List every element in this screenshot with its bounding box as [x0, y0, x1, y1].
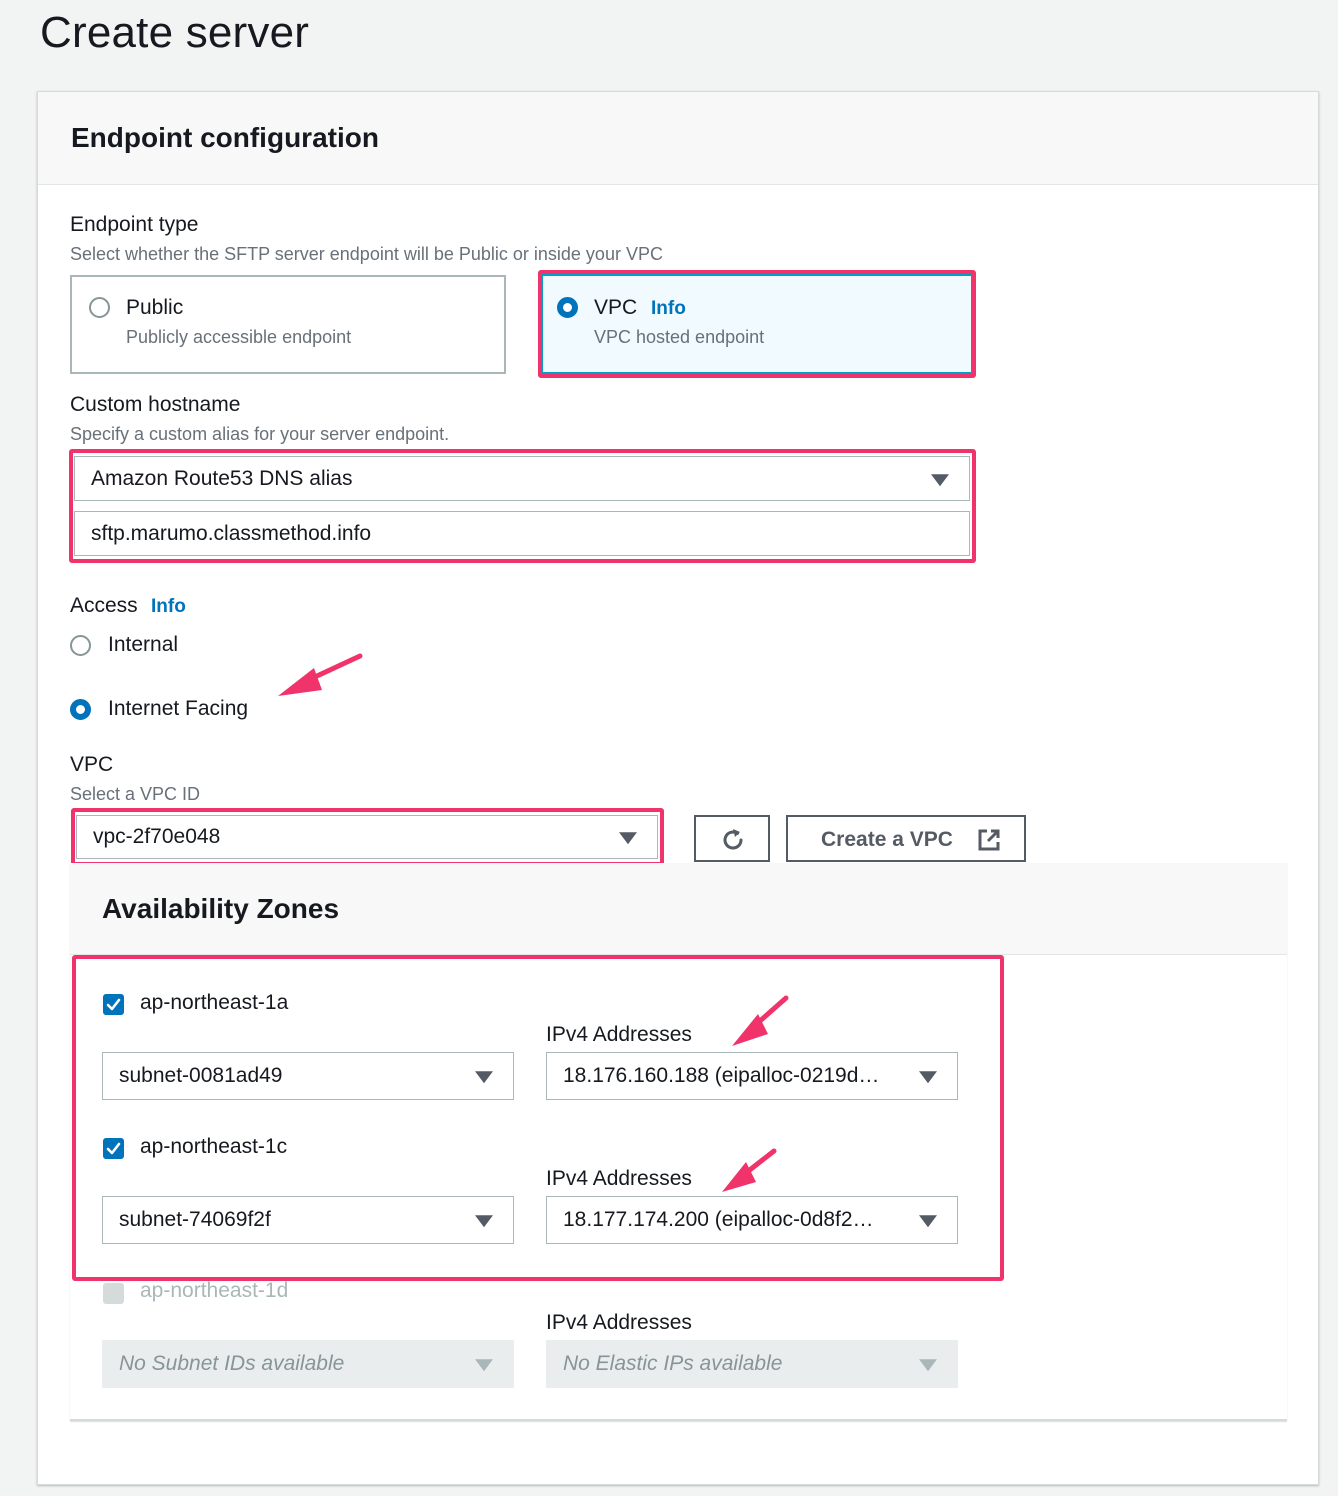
internet-facing-label: Internet Facing	[108, 697, 249, 720]
annotation-highlight-zones	[72, 955, 1004, 1281]
availability-zones-title: Availability Zones	[102, 893, 340, 924]
refresh-icon	[723, 829, 743, 850]
caret-down-icon	[475, 1359, 493, 1372]
endpoint-type-description: Select whether the SFTP server endpoint …	[70, 244, 663, 264]
vpc-description: Select a VPC ID	[70, 784, 201, 804]
public-radio[interactable]	[89, 297, 110, 318]
external-link-icon	[978, 829, 1000, 851]
internal-label: Internal	[108, 633, 179, 656]
subnet-select-1d: No Subnet IDs available	[102, 1340, 514, 1388]
public-label: Public	[126, 296, 184, 319]
ipv4-placeholder-1d: No Elastic IPs available	[563, 1352, 783, 1375]
endpoint-type-public-tile[interactable]: Public Publicly accessible endpoint	[70, 275, 506, 374]
access-label: Access	[70, 594, 138, 617]
internet-facing-radio[interactable]	[70, 699, 91, 720]
custom-hostname-label: Custom hostname	[70, 393, 241, 416]
page-title: Create server	[40, 8, 310, 57]
subnet-placeholder-1d: No Subnet IDs available	[119, 1352, 345, 1375]
zone-checkbox-1d	[103, 1283, 124, 1304]
public-description: Publicly accessible endpoint	[126, 327, 352, 347]
az-header: Availability Zones	[70, 863, 1287, 955]
section-title: Endpoint configuration	[71, 122, 379, 153]
annotation-highlight-vpc-id	[71, 808, 664, 866]
create-vpc-label: Create a VPC	[821, 828, 953, 851]
vpc-label: VPC	[70, 753, 114, 776]
ipv4-select-1d: No Elastic IPs available	[546, 1340, 958, 1388]
annotation-highlight-vpc	[538, 270, 976, 378]
zone-name-1d: ap-northeast-1d	[140, 1279, 289, 1302]
access-info-link[interactable]: Info	[151, 596, 186, 618]
refresh-button[interactable]	[694, 815, 770, 862]
annotation-highlight-hostname	[69, 449, 976, 563]
custom-hostname-description: Specify a custom alias for your server e…	[70, 424, 450, 444]
panel-header: Endpoint configuration	[38, 92, 1318, 185]
create-vpc-button[interactable]: Create a VPC	[786, 815, 1026, 862]
endpoint-type-label: Endpoint type	[70, 213, 199, 236]
caret-down-icon	[919, 1359, 937, 1372]
internal-radio[interactable]	[70, 635, 91, 656]
ipv4-label-1d: IPv4 Addresses	[546, 1311, 692, 1334]
